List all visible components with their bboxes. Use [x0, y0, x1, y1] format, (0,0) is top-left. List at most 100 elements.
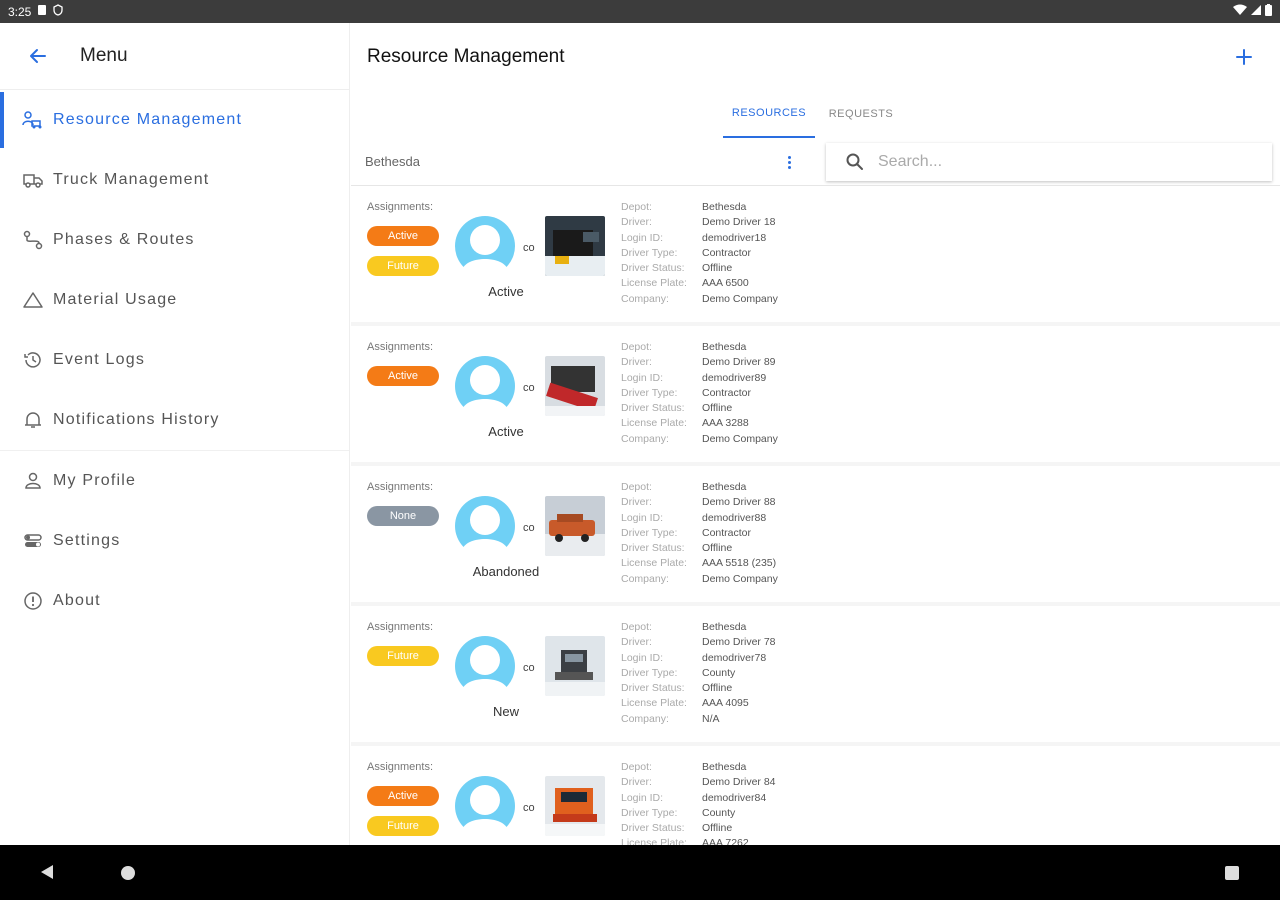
info-label: License Plate:	[621, 277, 687, 290]
sidebar-item-label: Truck Management	[53, 171, 210, 188]
triangle-back-icon	[41, 865, 53, 879]
sidebar: Menu Resource Management Truck Managemen…	[0, 23, 350, 845]
info-value: County	[702, 666, 736, 679]
info-label: Company:	[621, 572, 669, 585]
assignment-badges: None	[367, 506, 439, 526]
resource-card[interactable]: Assignments: Active co Active Depot: Bet…	[351, 326, 1280, 462]
shield-icon	[53, 4, 64, 19]
info-value: demodriver89	[702, 371, 767, 384]
info-value: Demo Driver 78	[702, 636, 776, 649]
search-input[interactable]	[878, 153, 1238, 171]
sidebar-item-label: Phases & Routes	[53, 231, 195, 248]
truck-image	[545, 496, 605, 556]
sidebar-item-notifications-history[interactable]: Notifications History	[0, 390, 349, 450]
nav-back-button[interactable]	[40, 864, 54, 885]
truck-image	[545, 636, 605, 696]
info-value: demodriver18	[702, 231, 767, 244]
more-options-icon[interactable]	[781, 150, 797, 174]
info-value: Offline	[702, 402, 733, 415]
sidebar-item-resource-management[interactable]: Resource Management	[0, 90, 349, 150]
sidebar-item-phases-routes[interactable]: Phases & Routes	[0, 210, 349, 270]
info-row-driver-type: Driver Type: Contractor	[621, 386, 778, 401]
info-value: Demo Company	[702, 432, 778, 445]
settings-icon	[22, 530, 44, 552]
system-nav-bar	[0, 845, 1280, 900]
info-label: Company:	[621, 292, 669, 305]
resource-card[interactable]: Assignments: Active Future co Active Depo…	[351, 186, 1280, 322]
co-label: co	[523, 802, 535, 814]
resource-info: Depot: Bethesda Driver: Demo Driver 84 L…	[621, 760, 776, 845]
info-row-company: Company: Demo Company	[621, 292, 778, 307]
info-value: Contractor	[702, 526, 752, 539]
resource-status: Abandoned	[472, 564, 540, 579]
info-label: Driver Status:	[621, 402, 685, 415]
info-label: Login ID:	[621, 371, 664, 384]
info-label: Driver Type:	[621, 246, 678, 259]
info-row-driver-status: Driver Status: Offline	[621, 541, 778, 556]
bell-icon	[22, 409, 44, 431]
info-row-driver: Driver: Demo Driver 88	[621, 495, 778, 510]
info-row-driver-type: Driver Type: Contractor	[621, 246, 778, 261]
info-icon	[22, 590, 44, 612]
info-row-company: Company: N/A	[621, 712, 776, 727]
info-value: demodriver78	[702, 651, 767, 664]
resource-card[interactable]: Assignments: None co Abandoned Depot: Be…	[351, 466, 1280, 602]
co-label: co	[523, 522, 535, 534]
info-label: License Plate:	[621, 417, 687, 430]
person-icon	[22, 470, 44, 492]
sidebar-item-material-usage[interactable]: Material Usage	[0, 270, 349, 330]
assignments-label: Assignments:	[367, 341, 434, 353]
resource-card[interactable]: Assignments: Active Future co Depot: Beth…	[351, 746, 1280, 845]
page-title: Resource Management	[367, 45, 565, 67]
status-bar: 3:25	[0, 0, 1280, 23]
resource-card[interactable]: Assignments: Future co New Depot: Bethes…	[351, 606, 1280, 742]
info-row-driver-type: Driver Type: Contractor	[621, 526, 778, 541]
sidebar-item-about[interactable]: About	[0, 571, 349, 631]
tab-resources[interactable]: RESOURCES	[723, 90, 815, 138]
tab-requests[interactable]: REQUESTS	[819, 90, 903, 138]
sidebar-item-event-logs[interactable]: Event Logs	[0, 330, 349, 390]
info-value: Bethesda	[702, 481, 747, 493]
info-row-login-id: Login ID: demodriver88	[621, 511, 778, 526]
info-value: Demo Driver 84	[702, 776, 776, 789]
nav-recents-button[interactable]	[1225, 866, 1239, 880]
info-label: License Plate:	[621, 697, 687, 710]
info-label: Driver Status:	[621, 262, 685, 275]
plus-icon	[1236, 48, 1252, 65]
sidebar-header: Menu	[0, 23, 349, 90]
info-value: AAA 6500	[702, 277, 749, 290]
assignment-badge: None	[367, 506, 439, 526]
nav-home-button[interactable]	[121, 866, 135, 880]
info-row-license-plate: License Plate: AAA 6500	[621, 276, 778, 291]
info-row-login-id: Login ID: demodriver89	[621, 371, 778, 386]
info-label: Login ID:	[621, 511, 664, 524]
assignments-label: Assignments:	[367, 481, 434, 493]
info-row-company: Company: Demo Company	[621, 572, 778, 587]
notification-icon	[37, 4, 47, 19]
info-value: demodriver88	[702, 511, 767, 524]
info-value: AAA 7262	[702, 837, 749, 845]
assignment-badge: Active	[367, 366, 439, 386]
back-button[interactable]	[24, 42, 52, 70]
add-button[interactable]	[1230, 43, 1258, 71]
sidebar-item-truck-management[interactable]: Truck Management	[0, 150, 349, 210]
info-row-driver-type: Driver Type: County	[621, 666, 776, 681]
sidebar-item-settings[interactable]: Settings	[0, 511, 349, 571]
info-value: Bethesda	[702, 341, 747, 353]
info-label: License Plate:	[621, 837, 687, 845]
info-row-license-plate: License Plate: AAA 5518 (235)	[621, 556, 778, 571]
info-row-license-plate: License Plate: AAA 7262	[621, 836, 776, 845]
main-header: Resource Management	[351, 23, 1280, 90]
info-row-driver-type: Driver Type: County	[621, 806, 776, 821]
info-label: Driver Type:	[621, 666, 678, 679]
driver-avatar	[455, 356, 515, 418]
info-label: Depot:	[621, 201, 652, 213]
co-label: co	[523, 662, 535, 674]
assignment-badges: Active	[367, 366, 439, 386]
info-value: Demo Driver 18	[702, 216, 776, 229]
truck-image	[545, 356, 605, 416]
depot-filter[interactable]: Bethesda	[365, 154, 420, 169]
sidebar-item-my-profile[interactable]: My Profile	[0, 451, 349, 511]
info-row-driver: Driver: Demo Driver 89	[621, 355, 778, 370]
info-row-depot: Depot: Bethesda	[621, 200, 778, 215]
